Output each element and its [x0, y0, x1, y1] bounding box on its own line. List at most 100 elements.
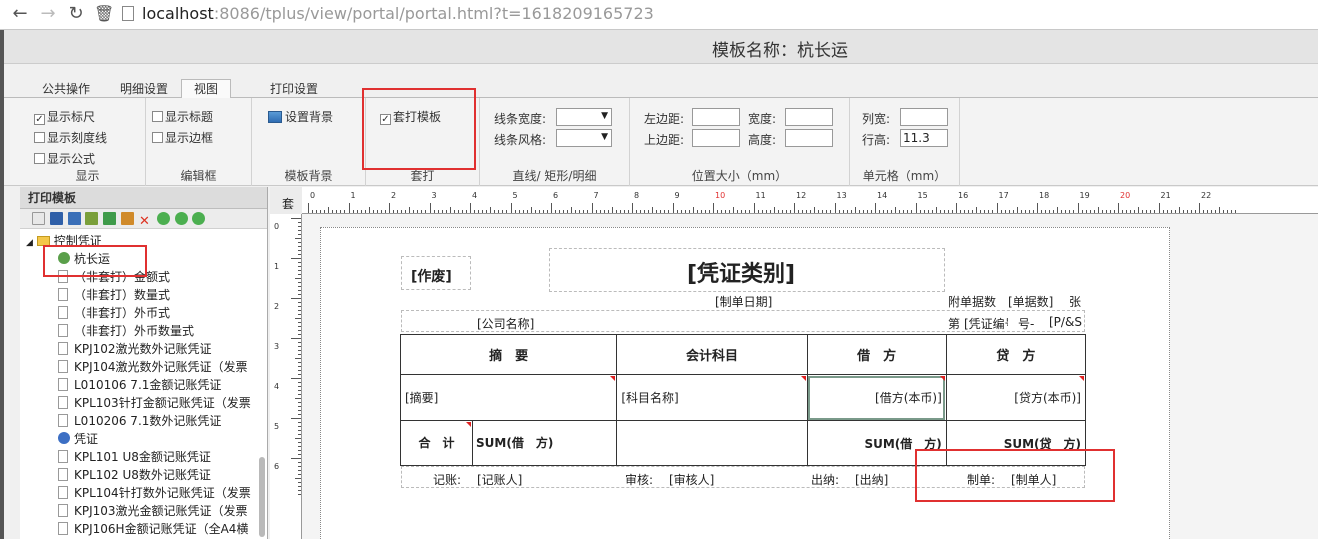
width-input[interactable]	[785, 108, 833, 126]
ruler-tick	[360, 210, 362, 213]
void-label: [作废]	[411, 269, 452, 285]
move-up-icon[interactable]	[156, 212, 170, 225]
left-margin-input[interactable]	[692, 108, 740, 126]
move-down-icon[interactable]	[192, 212, 206, 225]
ruler-tick	[298, 430, 301, 431]
back-icon[interactable]: ←	[10, 4, 30, 24]
list-item[interactable]: L010206 7.1数外记账凭证	[20, 412, 267, 430]
row-account[interactable]: [科目名称]	[616, 374, 808, 421]
tab-common[interactable]: 公共操作	[38, 80, 94, 98]
set-background-button[interactable]: 设置背景	[268, 108, 333, 125]
ruler-tick	[1028, 210, 1030, 213]
ruler-tick	[927, 210, 929, 213]
ruler-tick	[298, 450, 301, 451]
ruler-tick	[761, 210, 763, 213]
show-scale-checkbox[interactable]: 显示刻度线	[34, 129, 107, 146]
ruler-tick	[781, 210, 783, 213]
row-debit[interactable]: [借方(本币)]	[806, 374, 947, 421]
ruler-tick	[298, 382, 301, 383]
ruler-tick	[1174, 210, 1176, 213]
ruler-tick	[559, 210, 561, 213]
ruler-top: 0 1 2 3 4 5 6 7 8 9 10 11 12 13 14 15 16 17 18 19 20 21 22	[302, 187, 1318, 214]
list-item[interactable]: KPL102 U8数外记账凭证	[20, 466, 267, 484]
tab-view[interactable]: 视图	[181, 79, 231, 99]
ruler-tick	[1045, 210, 1047, 213]
ruler-tick	[826, 210, 828, 213]
forward-icon[interactable]: →	[38, 4, 58, 24]
document-icon	[58, 324, 68, 337]
document-icon	[58, 342, 68, 355]
delete-icon[interactable]: ✕	[139, 215, 152, 228]
row-height-input[interactable]: 11.3	[900, 129, 948, 147]
trash-icon[interactable]: 🗑	[94, 4, 114, 24]
move-right-icon[interactable]	[174, 212, 188, 225]
row-summary[interactable]: [摘要]	[399, 374, 618, 421]
list-item[interactable]: 凭证	[20, 430, 267, 448]
scrollbar[interactable]	[259, 457, 265, 537]
browser-toolbar: ← → ↻ 🗑 localhost:8086/tplus/view/portal…	[0, 0, 1318, 30]
ruler-tick	[640, 210, 642, 213]
ruler-tick	[757, 210, 759, 213]
list-item[interactable]: KPL103针打金额记账凭证（发票	[20, 394, 267, 412]
ribbon: ✓ 显示标尺 显示刻度线 显示公式 显示 显示标题 显示边框 编辑框 设置背景 模…	[4, 98, 1318, 186]
ruler-tick	[298, 314, 301, 315]
list-item[interactable]: KPJ104激光数外记账凭证（发票	[20, 358, 267, 376]
ruler-tick	[356, 210, 358, 213]
top-margin-input[interactable]	[692, 129, 740, 147]
ruler-tick	[1186, 210, 1188, 213]
height-input[interactable]	[785, 129, 833, 147]
show-border-checkbox[interactable]: 显示边框	[152, 129, 213, 146]
ruler-tick	[1122, 210, 1124, 213]
tab-detail[interactable]: 明细设置	[114, 80, 174, 98]
save-icon[interactable]	[49, 212, 63, 225]
ruler-tick	[298, 274, 301, 275]
ruler-tick	[298, 446, 301, 447]
ruler-tick	[798, 210, 800, 213]
group-lines: 线条宽度: ▼ 线条风格: ▼ 直线/ 矩形/明细	[480, 98, 630, 186]
ruler-tick	[441, 210, 443, 213]
list-item[interactable]: KPJ102激光数外记账凭证	[20, 340, 267, 358]
ruler-tick	[380, 210, 382, 213]
list-item[interactable]: KPL101 U8金额记账凭证	[20, 448, 267, 466]
edit-icon[interactable]	[121, 212, 135, 225]
ruler-tick	[842, 210, 844, 213]
ruler-top-number: 10	[715, 191, 726, 200]
list-item[interactable]: L010106 7.1金额记账凭证	[20, 376, 267, 394]
reload-icon[interactable]: ↻	[66, 4, 86, 24]
ruler-tick	[939, 210, 941, 213]
show-formula-checkbox[interactable]: 显示公式	[34, 150, 95, 167]
list-item[interactable]: KPJ103激光金额记账凭证（发票	[20, 502, 267, 520]
ruler-tick	[717, 210, 719, 213]
ruler-tick	[802, 210, 804, 213]
ruler-tick	[1178, 207, 1180, 213]
address-bar[interactable]: localhost:8086/tplus/view/portal/portal.…	[122, 3, 1312, 25]
import-icon[interactable]	[103, 212, 117, 225]
ruler-tick	[875, 203, 876, 213]
ruler-tick	[298, 242, 301, 243]
title-bar: 模板名称：杭长运	[4, 30, 1318, 64]
ruler-tick	[899, 210, 901, 213]
new-icon[interactable]	[32, 212, 45, 225]
tab-print[interactable]: 打印设置	[264, 80, 324, 98]
line-width-select[interactable]: ▼	[556, 108, 612, 126]
show-ruler-checkbox[interactable]: ✓ 显示标尺	[34, 108, 95, 125]
list-item[interactable]: KPL104针打数外记账凭证（发票	[20, 484, 267, 502]
list-item[interactable]: （非套打）数量式	[20, 286, 267, 304]
ruler-tick	[587, 210, 589, 213]
line-style-select[interactable]: ▼	[556, 129, 612, 147]
ruler-tick	[1162, 210, 1164, 213]
list-item[interactable]: KPJ106H金额记账凭证（全A4横	[20, 520, 267, 538]
list-item[interactable]: （非套打）外币式	[20, 304, 267, 322]
ruler-tick	[298, 222, 301, 223]
copy-icon[interactable]	[85, 212, 99, 225]
row-credit[interactable]: [贷方(本币)]	[945, 374, 1087, 421]
col-width-input[interactable]	[900, 108, 948, 126]
list-item[interactable]: （非套打）外币数量式	[20, 322, 267, 340]
ruler-tick	[1158, 203, 1160, 213]
save-as-icon[interactable]	[67, 212, 81, 225]
ruler-tick	[295, 278, 301, 279]
ruler-tick	[445, 210, 447, 213]
attach-label: 附单据数	[948, 295, 997, 309]
ruler-tick	[298, 294, 301, 295]
show-title-checkbox[interactable]: 显示标题	[152, 108, 213, 125]
